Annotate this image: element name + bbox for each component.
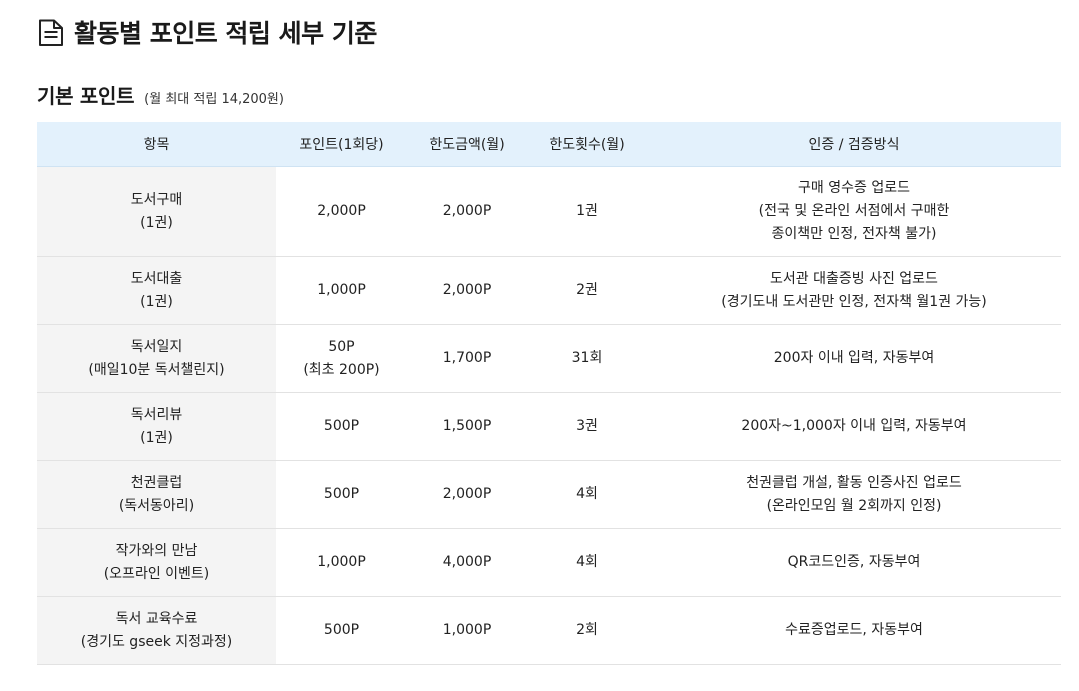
limit-amount-cell: 2,000P — [407, 256, 527, 325]
method-line: 구매 영수증 업로드 — [798, 180, 910, 196]
method-cell: QR코드인증, 자동부여 — [647, 528, 1061, 597]
method-line: 도서관 대출증빙 사진 업로드 — [770, 270, 938, 287]
limit-count-cell: 4회 — [527, 528, 647, 597]
points-note: (최초 200P) — [303, 361, 380, 378]
points-cell: 1,000P — [276, 528, 407, 597]
points-cell: 500P — [276, 460, 407, 529]
section-note: (월 최대 적립 14,200원) — [144, 92, 284, 107]
points-cell: 500P — [276, 392, 407, 461]
item-sub: (1권) — [140, 429, 173, 446]
table-row: 독서 교육수료 (경기도 gseek 지정과정) 500P 1,000P 2회 … — [37, 596, 1061, 665]
table-row: 도서대출 (1권) 1,000P 2,000P 2권 도서관 대출증빙 사진 업… — [37, 256, 1061, 325]
item-cell: 도서구매 (1권) — [37, 166, 276, 257]
item-name: 독서리뷰 — [130, 406, 183, 423]
item-name: 독서 교육수료 — [115, 610, 198, 627]
header-limit-amount: 한도금액(월) — [407, 122, 527, 167]
table-row: 독서리뷰 (1권) 500P 1,500P 3권 200자~1,000자 이내 … — [37, 392, 1061, 461]
method-line: 200자~1,000자 이내 입력, 자동부여 — [741, 418, 967, 434]
page-title: 활동별 포인트 적립 세부 기준 — [74, 19, 377, 48]
header-points: 포인트(1회당) — [276, 122, 407, 167]
limit-amount-cell: 2,000P — [407, 460, 527, 529]
points-value: 1,000P — [317, 554, 366, 570]
table-header-row: 항목 포인트(1회당) 한도금액(월) 한도횟수(월) 인증 / 검증방식 — [37, 122, 1061, 167]
header-method: 인증 / 검증방식 — [647, 122, 1061, 167]
limit-count-cell: 4회 — [527, 460, 647, 529]
method-cell: 구매 영수증 업로드 (전국 및 온라인 서점에서 구매한 종이책만 인정, 전… — [647, 166, 1061, 257]
points-table: 항목 포인트(1회당) 한도금액(월) 한도횟수(월) 인증 / 검증방식 도서… — [37, 122, 1061, 665]
table-row: 독서일지 (매일10분 독서챌린지) 50P (최초 200P) 1,700P … — [37, 324, 1061, 393]
method-line: (온라인모임 월 2회까지 인정) — [766, 497, 942, 514]
limit-amount-cell: 1,700P — [407, 324, 527, 393]
method-cell: 천권클럽 개설, 활동 인증사진 업로드 (온라인모임 월 2회까지 인정) — [647, 460, 1061, 529]
limit-count-cell: 2권 — [527, 256, 647, 325]
limit-amount-cell: 1,000P — [407, 596, 527, 665]
method-line: QR코드인증, 자동부여 — [787, 554, 921, 570]
points-cell: 50P (최초 200P) — [276, 324, 407, 393]
document-icon — [37, 17, 65, 47]
item-sub: (독서동아리) — [118, 497, 195, 514]
limit-count-cell: 31회 — [527, 324, 647, 393]
section-title: 기본 포인트 — [37, 84, 135, 108]
method-line: 수료증업로드, 자동부여 — [785, 622, 923, 638]
method-cell: 200자~1,000자 이내 입력, 자동부여 — [647, 392, 1061, 461]
points-cell: 1,000P — [276, 256, 407, 325]
item-cell: 작가와의 만남 (오프라인 이벤트) — [37, 528, 276, 597]
method-line: 200자 이내 입력, 자동부여 — [773, 350, 935, 366]
item-cell: 도서대출 (1권) — [37, 256, 276, 325]
points-value: 1,000P — [317, 282, 366, 298]
points-value: 2,000P — [317, 203, 366, 219]
item-sub: (경기도 gseek 지정과정) — [80, 633, 233, 650]
item-cell: 천권클럽 (독서동아리) — [37, 460, 276, 529]
points-value: 50P — [328, 338, 355, 355]
method-cell: 200자 이내 입력, 자동부여 — [647, 324, 1061, 393]
method-line: (전국 및 온라인 서점에서 구매한 — [758, 203, 950, 219]
method-cell: 도서관 대출증빙 사진 업로드 (경기도내 도서관만 인정, 전자책 월1권 가… — [647, 256, 1061, 325]
points-value: 500P — [323, 622, 360, 638]
item-sub: (오프라인 이벤트) — [103, 565, 210, 582]
item-cell: 독서일지 (매일10분 독서챌린지) — [37, 324, 276, 393]
table-row: 천권클럽 (독서동아리) 500P 2,000P 4회 천권클럽 개설, 활동 … — [37, 460, 1061, 529]
points-value: 500P — [323, 486, 360, 502]
section-header: 기본 포인트 (월 최대 적립 14,200원) — [37, 80, 284, 109]
item-sub: (매일10분 독서챌린지) — [88, 361, 225, 378]
item-sub: (1권) — [140, 214, 173, 231]
method-line: (경기도내 도서관만 인정, 전자책 월1권 가능) — [721, 293, 987, 310]
limit-count-cell: 3권 — [527, 392, 647, 461]
limit-count-cell: 2회 — [527, 596, 647, 665]
item-name: 작가와의 만남 — [115, 542, 198, 559]
item-name: 천권클럽 — [130, 474, 183, 491]
item-name: 독서일지 — [130, 338, 183, 355]
item-cell: 독서 교육수료 (경기도 gseek 지정과정) — [37, 596, 276, 665]
limit-amount-cell: 4,000P — [407, 528, 527, 597]
table-row: 작가와의 만남 (오프라인 이벤트) 1,000P 4,000P 4회 QR코드… — [37, 528, 1061, 597]
header-item: 항목 — [37, 122, 276, 167]
points-value: 500P — [323, 418, 360, 434]
method-line: 천권클럽 개설, 활동 인증사진 업로드 — [746, 474, 962, 491]
limit-amount-cell: 2,000P — [407, 166, 527, 257]
points-cell: 2,000P — [276, 166, 407, 257]
item-cell: 독서리뷰 (1권) — [37, 392, 276, 461]
method-cell: 수료증업로드, 자동부여 — [647, 596, 1061, 665]
method-line: 종이책만 인정, 전자책 불가) — [771, 226, 937, 242]
page-header: 활동별 포인트 적립 세부 기준 — [37, 14, 377, 50]
points-cell: 500P — [276, 596, 407, 665]
header-limit-count: 한도횟수(월) — [527, 122, 647, 167]
item-sub: (1권) — [140, 293, 173, 310]
limit-amount-cell: 1,500P — [407, 392, 527, 461]
limit-count-cell: 1권 — [527, 166, 647, 257]
item-name: 도서구매 — [130, 191, 183, 208]
table-row: 도서구매 (1권) 2,000P 2,000P 1권 구매 영수증 업로드 (전… — [37, 166, 1061, 257]
item-name: 도서대출 — [130, 270, 183, 287]
